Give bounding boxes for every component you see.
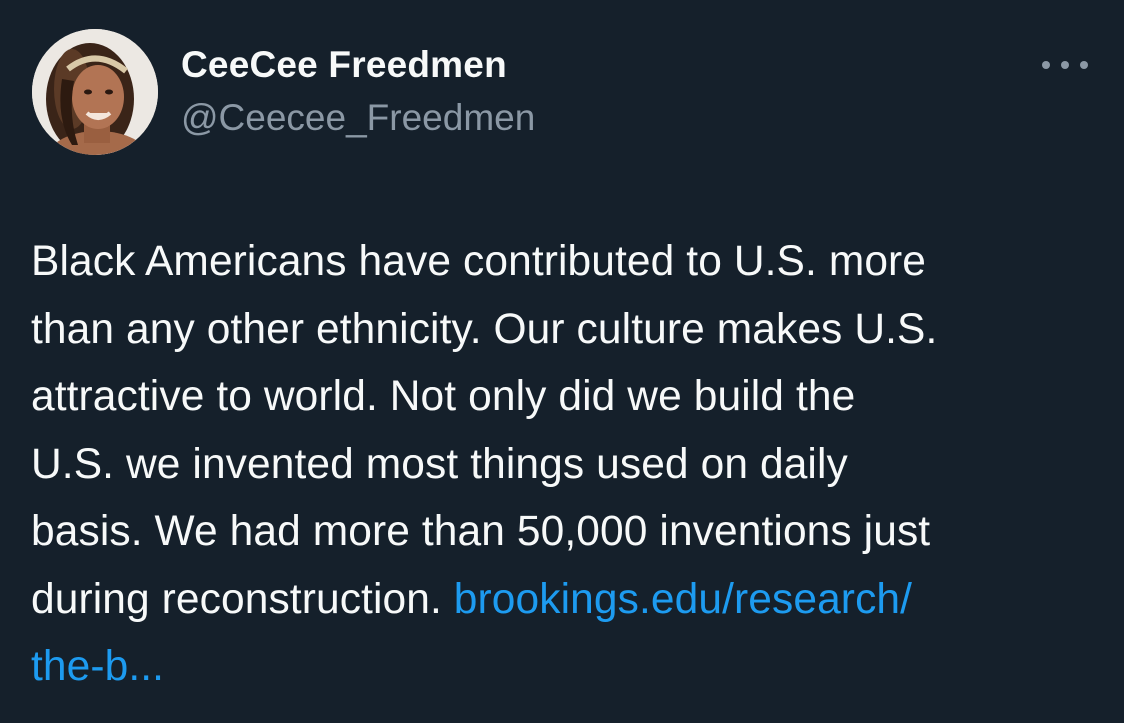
tweet-text: Black Americans have contributed to U.S.…: [31, 228, 1101, 701]
tweet-text-segment: during reconstruction.: [31, 575, 454, 623]
tweet-text-line: U.S. we invented most things used on dai…: [31, 440, 848, 488]
tweet-text-line: attractive to world. Not only did we bui…: [31, 373, 856, 420]
article-link-continued[interactable]: the-b...: [31, 643, 164, 690]
more-options-icon[interactable]: [1042, 58, 1088, 72]
author-handle[interactable]: @Ceecee_Freedmen: [181, 95, 535, 141]
tweet-text-line: the-b...: [31, 633, 1101, 701]
tweet-card: CeeCee Freedmen @Ceecee_Freedmen Black A…: [0, 0, 1124, 723]
more-dot: [1061, 61, 1069, 69]
more-dot: [1042, 61, 1050, 69]
avatar[interactable]: [32, 29, 158, 155]
tweet-text-line: than any other ethnicity. Our culture ma…: [31, 305, 938, 353]
avatar-image: [32, 29, 158, 155]
tweet-text-line: basis. We had more than 50,000 invention…: [31, 508, 931, 555]
article-link[interactable]: brookings.edu/research/: [454, 576, 912, 623]
tweet-text-line: Black Americans have contributed to U.S.…: [31, 238, 927, 285]
author-display-name[interactable]: CeeCee Freedmen: [181, 42, 507, 88]
tweet-text-line-with-link: during reconstruction. brookings.edu/res…: [31, 566, 1101, 634]
more-dot: [1080, 61, 1088, 69]
